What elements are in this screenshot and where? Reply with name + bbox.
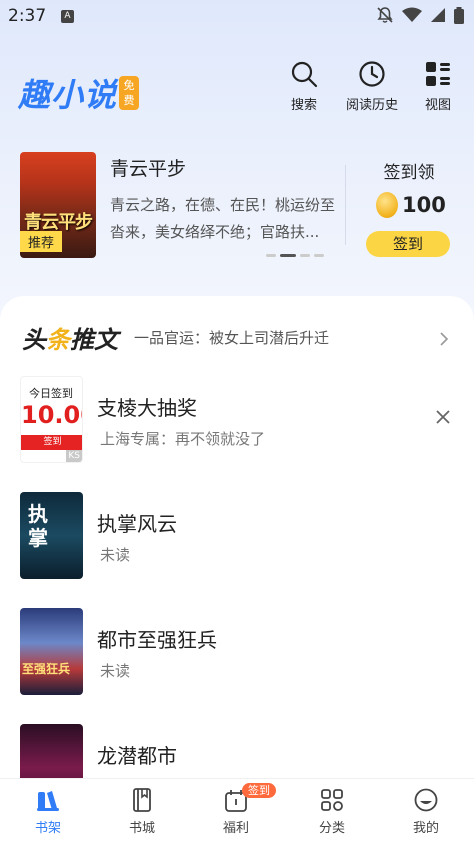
list-item-book[interactable]: 执掌 执掌风云 未读: [20, 492, 460, 580]
headline-title-part1: 头: [22, 325, 46, 354]
welfare-badge: 签到: [242, 783, 276, 798]
carousel-dot: [300, 254, 310, 257]
recommended-book-description[interactable]: 青云之路，在德、在民！桃运纷至沓来，美女络绎不绝；官路扶...: [110, 192, 342, 246]
book-subtitle: 未读: [100, 662, 131, 680]
search-button[interactable]: 搜索: [290, 60, 318, 113]
carousel-dot: [266, 254, 276, 257]
headline-title: 头条推文: [22, 320, 118, 355]
nav-label: 我的: [412, 821, 439, 836]
status-bar: 2:37 A: [0, 0, 474, 32]
book-cover: 至强狂兵: [20, 608, 83, 695]
mute-bell-icon: [377, 7, 393, 23]
nav-welfare[interactable]: 福利 签到: [196, 783, 276, 836]
checkin-title: 签到领: [383, 163, 435, 183]
view-label: 视图: [424, 98, 451, 113]
cover-art-text: 执掌: [28, 502, 48, 550]
reading-history-button[interactable]: 阅读历史: [346, 60, 398, 113]
book-cover: 执掌: [20, 492, 83, 579]
recommend-tag: 推荐: [20, 231, 63, 252]
wifi-icon: [402, 7, 422, 22]
clock-icon: [359, 61, 385, 87]
book-cover: [20, 724, 83, 778]
book-subtitle: 未读: [100, 546, 131, 564]
signal-icon: [431, 8, 445, 22]
status-time: 2:37: [8, 6, 47, 26]
carousel-indicator: [266, 254, 324, 257]
book-icon: [133, 788, 151, 812]
search-icon: [291, 61, 318, 88]
headline-subtitle: 一品官运：被女上司潜后升迁: [134, 329, 330, 347]
ad-cover: 今日签到 10.00 签到 KS: [20, 376, 83, 463]
book-name: 都市至强狂兵: [97, 628, 217, 652]
chevron-right-icon[interactable]: [438, 330, 450, 348]
carousel-dot: [314, 254, 324, 257]
list-item-book[interactable]: 至强狂兵 都市至强狂兵 未读: [20, 608, 460, 696]
nav-label: 书城: [128, 821, 155, 836]
vertical-divider: [345, 165, 346, 245]
nav-mine[interactable]: 我的: [386, 787, 466, 836]
headline-title-part2: 推文: [70, 325, 118, 354]
nav-label: 分类: [318, 821, 345, 836]
coin-reward: 100: [376, 192, 446, 218]
carousel-dot-active: [280, 254, 296, 257]
logo-badge: 免费: [119, 76, 140, 110]
nav-label: 福利: [222, 821, 249, 836]
list-item-book[interactable]: 龙潜都市: [20, 724, 460, 778]
logo-text: 趣小说: [18, 76, 118, 114]
bottom-navigation: 书架 书城 福利 签到 分类 我的: [0, 778, 474, 844]
ad-line1: 今日签到: [29, 387, 73, 400]
status-icons: [376, 6, 464, 24]
ad-amount: 10.00: [21, 401, 82, 429]
headline-banner[interactable]: 头条推文 一品官运：被女上司潜后升迁: [22, 320, 329, 355]
nav-bookstore[interactable]: 书城: [102, 787, 182, 836]
headline-title-accent: 条: [46, 325, 70, 354]
history-label: 阅读历史: [346, 98, 399, 113]
battery-icon: [454, 6, 464, 24]
list-item-ad[interactable]: 今日签到 10.00 签到 KS 支棱大抽奖 上海专属：再不领就没了: [20, 376, 460, 464]
coin-icon: [376, 192, 398, 218]
category-grid-icon: [321, 789, 343, 811]
book-name: 支棱大抽奖: [97, 396, 197, 420]
search-label: 搜索: [290, 98, 317, 113]
app-logo: 趣小说 免费: [18, 70, 140, 116]
recommended-book-title[interactable]: 青云平步: [110, 154, 186, 181]
book-name: 执掌风云: [97, 512, 177, 536]
recommended-book-cover[interactable]: 青云平步 推荐: [20, 152, 96, 258]
coin-amount: 100: [402, 193, 446, 217]
nav-label: 书架: [34, 821, 61, 836]
close-icon[interactable]: [434, 408, 452, 426]
nav-category[interactable]: 分类: [292, 787, 372, 836]
book-name: 龙潜都市: [97, 744, 177, 768]
cover-art-text: 至强狂兵: [22, 662, 71, 676]
profile-face-icon: [414, 788, 438, 812]
checkin-button[interactable]: 签到: [366, 231, 450, 257]
notification-app-icon: A: [61, 10, 74, 23]
ad-mark: KS: [66, 450, 82, 462]
view-toggle-button[interactable]: 视图: [424, 60, 452, 113]
nav-bookshelf[interactable]: 书架: [8, 787, 88, 836]
book-subtitle: 上海专属：再不领就没了: [100, 430, 266, 448]
bookshelf-icon: [37, 791, 59, 811]
ad-button: 签到: [21, 435, 82, 450]
grid-list-icon: [426, 62, 450, 86]
